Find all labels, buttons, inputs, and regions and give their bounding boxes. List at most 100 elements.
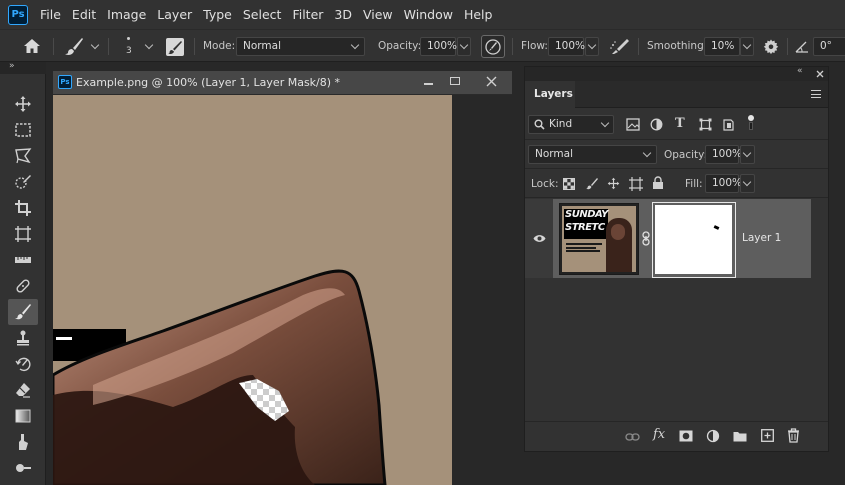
lock-position-icon[interactable]: [607, 177, 620, 190]
layer-mask-thumbnail[interactable]: [652, 202, 736, 278]
collapse-panel-icon[interactable]: «: [797, 66, 802, 76]
lock-all-icon[interactable]: [652, 176, 664, 190]
menu-type[interactable]: Type: [203, 7, 232, 22]
menu-window[interactable]: Window: [404, 7, 453, 22]
smoothing-dropdown[interactable]: [740, 37, 754, 56]
minimize-icon[interactable]: [424, 83, 433, 85]
flow-dropdown[interactable]: [585, 37, 599, 56]
filter-pixel-layers-icon[interactable]: [626, 118, 640, 131]
delete-layer-trash-icon[interactable]: [787, 428, 800, 443]
marquee-tool[interactable]: [8, 117, 38, 143]
document-tab[interactable]: Ps Example.png @ 100% (Layer 1, Layer Ma…: [53, 71, 512, 95]
filter-smart-objects-icon[interactable]: [722, 117, 735, 131]
layer-filter-kind-value: Kind: [549, 118, 573, 130]
pressure-opacity-toggle[interactable]: [481, 35, 505, 58]
close-panel-icon[interactable]: [816, 70, 824, 78]
airbrush-icon[interactable]: [609, 37, 631, 56]
brush-tool[interactable]: [8, 299, 38, 325]
close-icon[interactable]: [486, 76, 497, 87]
move-tool[interactable]: [8, 91, 38, 117]
brush-angle-value: 0°: [820, 40, 832, 52]
dodge-tool[interactable]: [8, 455, 38, 481]
layer-opacity-input[interactable]: 100%: [705, 145, 742, 164]
layer-filter-row: Kind T: [525, 109, 828, 140]
filter-shape-layers-icon[interactable]: [699, 118, 712, 131]
menu-filter[interactable]: Filter: [292, 7, 323, 22]
brush-preset-dropdown-chevron-icon[interactable]: [90, 40, 100, 50]
brush-size-dropdown-chevron-icon[interactable]: [144, 40, 154, 50]
new-group-folder-icon[interactable]: [733, 430, 747, 442]
gradient-tool[interactable]: [8, 403, 38, 429]
gear-icon[interactable]: [763, 39, 779, 55]
canvas-image[interactable]: [53, 95, 512, 485]
home-icon[interactable]: [23, 38, 41, 54]
thumbnail-title-line2: STRETC: [565, 222, 605, 233]
mask-link-chain-icon[interactable]: [642, 231, 650, 246]
expand-panel-icon[interactable]: »: [9, 61, 14, 71]
frame-tool[interactable]: [8, 221, 38, 247]
quick-selection-tool[interactable]: [8, 169, 38, 195]
lock-transparent-pixels-icon[interactable]: [563, 178, 575, 190]
flow-label: Flow:: [521, 40, 548, 52]
smudge-tool[interactable]: [8, 429, 38, 455]
new-layer-icon[interactable]: [761, 429, 774, 442]
menu-3d[interactable]: 3D: [334, 7, 352, 22]
tools-panel: »: [0, 61, 46, 485]
menu-view[interactable]: View: [363, 7, 393, 22]
smoothing-input-value: 10%: [711, 40, 735, 52]
dodge-icon: [16, 464, 31, 472]
mask-black-mark: [713, 225, 720, 230]
layer-thumbnail-image: SUNDAY STRETC: [562, 206, 636, 272]
fill-input[interactable]: 100%: [705, 174, 743, 193]
chevron-down-icon: [600, 118, 610, 128]
brush-preset-icon[interactable]: [64, 37, 84, 56]
layer-style-fx-icon[interactable]: fx: [653, 427, 665, 442]
eye-visibility-icon[interactable]: [533, 234, 546, 243]
layer-filter-kind-select[interactable]: Kind: [528, 115, 614, 134]
maximize-icon[interactable]: [450, 77, 460, 85]
chevron-down-icon: [350, 40, 360, 50]
brush-angle-input[interactable]: 0°: [813, 37, 845, 56]
tab-layers[interactable]: Layers: [525, 81, 575, 108]
filter-toggle-switch[interactable]: [748, 115, 754, 131]
opacity-input[interactable]: 100%: [420, 37, 457, 56]
menu-help[interactable]: Help: [464, 7, 493, 22]
flow-input[interactable]: 100%: [548, 37, 585, 56]
document-canvas-area[interactable]: [53, 95, 512, 485]
layer-row-selected[interactable]: SUNDAY STRETC Layer 1: [525, 199, 811, 278]
ruler-tool[interactable]: [8, 247, 38, 273]
layer-opacity-dropdown[interactable]: [740, 145, 755, 164]
blend-mode-select[interactable]: Normal: [528, 145, 657, 164]
menu-image[interactable]: Image: [107, 7, 146, 22]
filter-type-layers-icon[interactable]: T: [675, 116, 685, 131]
layer-name[interactable]: Layer 1: [742, 232, 781, 244]
crop-tool[interactable]: [8, 195, 38, 221]
brush-settings-panel-toggle[interactable]: [166, 38, 184, 56]
menu-edit[interactable]: Edit: [72, 7, 96, 22]
lock-image-pixels-icon[interactable]: [585, 177, 598, 190]
lock-artboard-icon[interactable]: [629, 177, 643, 191]
fill-value: 100%: [712, 177, 743, 189]
opacity-dropdown[interactable]: [457, 37, 471, 56]
layer-thumbnail[interactable]: SUNDAY STRETC: [559, 203, 639, 275]
panel-menu-icon[interactable]: [811, 90, 821, 98]
menu-select[interactable]: Select: [243, 7, 282, 22]
fill-dropdown[interactable]: [740, 174, 755, 193]
menu-layer[interactable]: Layer: [157, 7, 192, 22]
lasso-tool[interactable]: [8, 143, 38, 169]
menu-file[interactable]: File: [40, 7, 61, 22]
healing-brush-tool[interactable]: [8, 273, 38, 299]
photoshop-logo[interactable]: Ps: [8, 4, 28, 25]
filter-adjustment-layers-icon[interactable]: [650, 118, 663, 131]
new-adjustment-layer-icon[interactable]: [706, 429, 720, 443]
options-bar: 3 Mode: Normal Opacity: 100% Flow: 100% …: [0, 29, 845, 62]
tools-panel-header[interactable]: »: [0, 61, 46, 74]
mode-select[interactable]: Normal: [236, 37, 365, 56]
history-brush-tool[interactable]: [8, 351, 38, 377]
brush-size-value[interactable]: 3: [126, 46, 132, 56]
eraser-tool[interactable]: [8, 377, 38, 403]
smoothing-input[interactable]: 10%: [704, 37, 740, 56]
clone-stamp-tool[interactable]: [8, 325, 38, 351]
link-layers-icon[interactable]: [625, 432, 640, 442]
add-layer-mask-icon[interactable]: [679, 430, 693, 442]
